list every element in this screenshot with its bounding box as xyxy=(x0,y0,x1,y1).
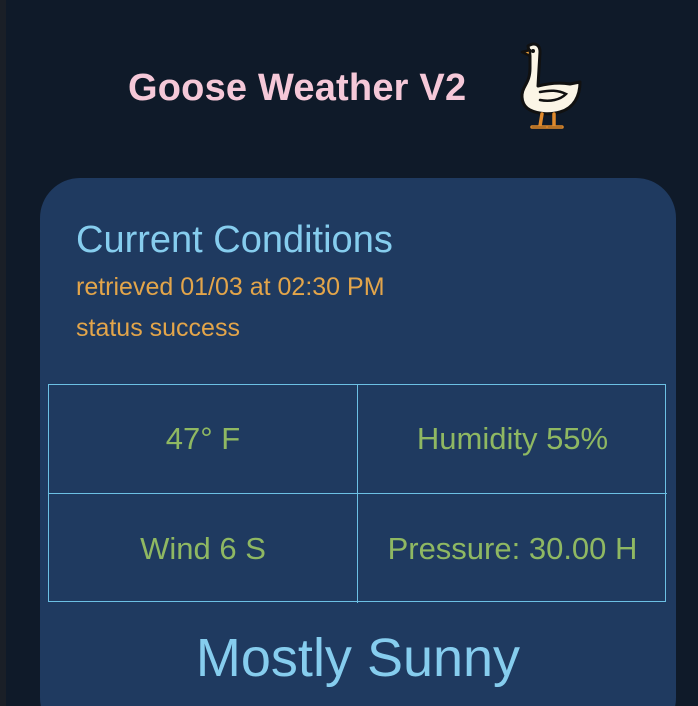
status-text: status success xyxy=(76,314,240,342)
app-header: Goose Weather V2 xyxy=(0,38,698,138)
retrieved-timestamp: retrieved 01/03 at 02:30 PM xyxy=(76,273,385,301)
weather-summary: Mostly Sunny xyxy=(195,628,521,688)
app-title: Goose Weather V2 xyxy=(128,67,467,109)
conditions-grid: 47° F Humidity 55% Wind 6 S Pressure: 30… xyxy=(48,384,667,603)
wind-value: Wind 6 S xyxy=(49,494,358,603)
pressure-value: Pressure: 30.00 H xyxy=(387,530,638,566)
goose-icon xyxy=(520,42,582,129)
humidity-value: Humidity 55% xyxy=(358,385,667,494)
current-conditions-card: Current Conditions retrieved 01/03 at 02… xyxy=(40,178,676,706)
conditions-heading: Current Conditions xyxy=(76,219,393,261)
temperature-value: 47° F xyxy=(49,385,358,494)
